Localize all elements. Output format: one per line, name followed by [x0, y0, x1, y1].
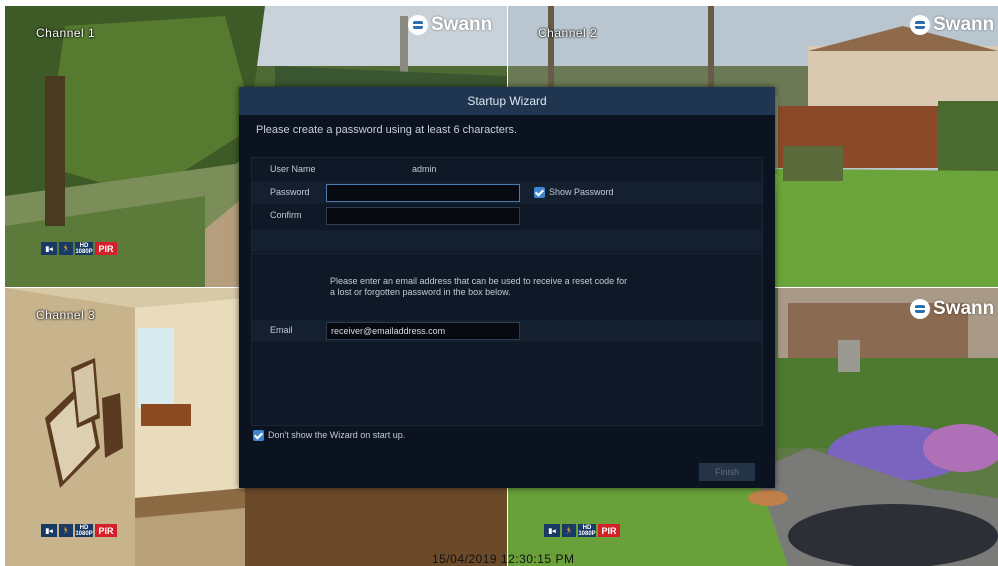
startup-wizard-dialog: Startup Wizard Please create a password … [239, 87, 775, 488]
pir-badge: PIR [95, 242, 117, 255]
email-panel: Please enter an email address that can b… [251, 253, 763, 426]
swann-logo-icon [910, 15, 930, 35]
swann-logo-icon [408, 15, 428, 35]
email-input[interactable] [326, 322, 520, 340]
dialog-title: Startup Wizard [239, 87, 775, 115]
show-password-label: Show Password [549, 187, 614, 197]
password-input[interactable] [326, 184, 520, 202]
motion-person-icon: 🏃 [59, 524, 73, 537]
email-row: Email [252, 320, 762, 342]
status-icons-ch4: ▮◂ 🏃 HD 1080P PIR [544, 524, 620, 537]
camera-icon: ▮◂ [41, 242, 57, 255]
credentials-panel: User Name admin Password Show Password C… [251, 157, 763, 252]
status-icons-ch3: ▮◂ 🏃 HD 1080P PIR [41, 524, 117, 537]
camera-icon: ▮◂ [41, 524, 57, 537]
password-row: Password Show Password [252, 182, 762, 204]
motion-person-icon: 🏃 [562, 524, 576, 537]
hd-badge: HD 1080P [578, 524, 596, 537]
brand-text: Swann [431, 14, 493, 35]
channel-2-label: Channel 2 [538, 26, 598, 40]
pir-badge: PIR [598, 524, 620, 537]
brand-text: Swann [933, 14, 995, 35]
confirm-label: Confirm [270, 210, 302, 220]
status-icons-ch1: ▮◂ 🏃 HD 1080P PIR [41, 242, 117, 255]
password-instructions: Please create a password using at least … [256, 124, 518, 136]
dvr-live-view: Channel 1 Channel 2 Channel 3 Swann Swan… [0, 0, 998, 566]
brand-text: Swann [933, 298, 995, 319]
user-name-value: admin [412, 164, 437, 174]
swann-brand-ch1: Swann [408, 14, 492, 36]
email-instructions: Please enter an email address that can b… [330, 276, 628, 297]
camera-icon: ▮◂ [544, 524, 560, 537]
spacer-row [252, 230, 762, 252]
password-label: Password [270, 187, 310, 197]
swann-logo-icon [910, 299, 930, 319]
user-name-row: User Name admin [252, 159, 762, 181]
confirm-row: Confirm [252, 205, 762, 227]
swann-brand-ch4: Swann [910, 298, 994, 320]
email-label: Email [270, 325, 293, 335]
pir-badge: PIR [95, 524, 117, 537]
hd-badge: HD 1080P [75, 242, 93, 255]
dont-show-wizard-label: Don't show the Wizard on start up. [268, 430, 406, 440]
swann-brand-ch2: Swann [910, 14, 994, 36]
finish-button[interactable]: Finish [699, 463, 755, 481]
hd-badge: HD 1080P [75, 524, 93, 537]
system-clock: 15/04/2019 12:30:15 PM [432, 552, 575, 566]
channel-3-label: Channel 3 [36, 308, 96, 322]
motion-person-icon: 🏃 [59, 242, 73, 255]
channel-1-label: Channel 1 [36, 26, 96, 40]
confirm-password-input[interactable] [326, 207, 520, 225]
dont-show-wizard-checkbox[interactable] [253, 430, 264, 441]
user-name-label: User Name [270, 164, 316, 174]
show-password-checkbox[interactable] [534, 187, 545, 198]
